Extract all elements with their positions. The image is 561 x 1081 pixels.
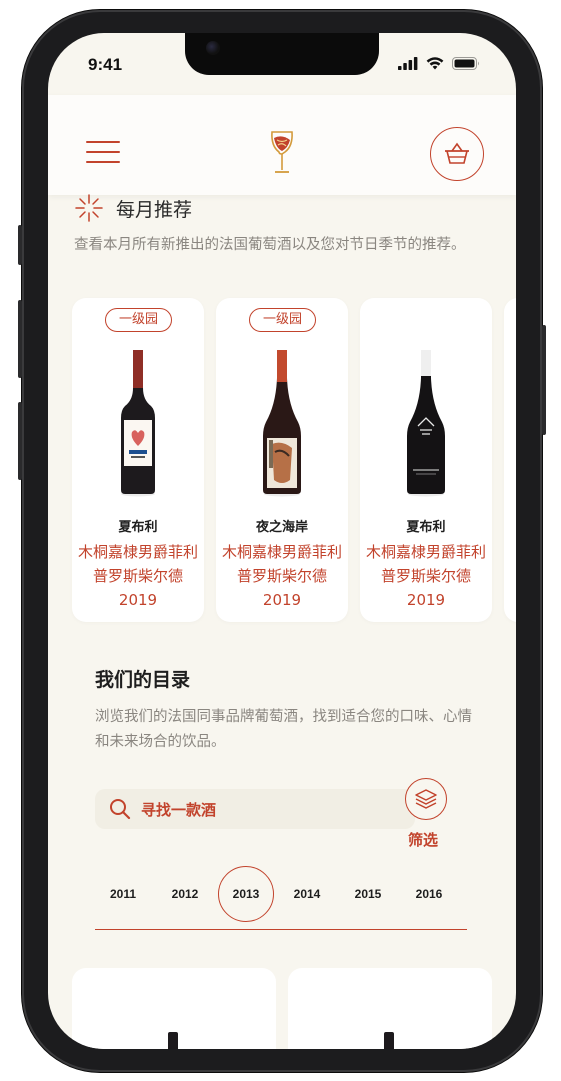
catalog-description: 浏览我们的法国同事品牌葡萄酒，找到适合您的口味、心情和未来场合的饮品。 [95, 709, 472, 750]
status-time: 9:41 [88, 55, 123, 74]
status-icons [398, 57, 480, 70]
volume-up-button [18, 300, 22, 378]
monthly-section-description: 查看本月所有新推出的法国葡萄酒以及您对节日季节的推荐。 [74, 237, 466, 253]
basket-icon [445, 142, 469, 164]
monthly-section-title: 每月推荐 [116, 198, 193, 221]
volume-down-button [18, 402, 22, 480]
wine-badge: 一级园 [105, 308, 172, 332]
wine-card[interactable]: 一级园 夜之海岸 木桐嘉棣男爵菲利普罗斯柴尔德 2019 [216, 298, 348, 622]
layers-icon [415, 789, 437, 809]
year-option[interactable]: 2014 [279, 866, 335, 922]
front-camera [206, 41, 220, 55]
wine-bottle-image [384, 1032, 394, 1049]
battery-icon [452, 57, 479, 70]
wine-card[interactable]: 夏布利 木桐嘉棣男爵菲利普罗斯柴尔德 2019 [360, 298, 492, 622]
year-option[interactable]: 2012 [157, 866, 213, 922]
catalog-title: 我们的目录 [95, 669, 191, 691]
year-selector: 2011 2012 2013 2014 2015 2016 [95, 866, 467, 930]
wine-name: 夏布利 [118, 520, 158, 535]
power-button [542, 325, 546, 435]
app-screen: 9:41 每月推荐 查看本月所有新推出的法国葡萄酒以及您对节日季节的推荐。 一级… [48, 33, 516, 1049]
wine-description: 木桐嘉棣男爵菲利普罗斯柴尔德 2019 [365, 543, 486, 609]
wine-card-partial[interactable] [504, 298, 516, 622]
year-option[interactable]: 2011 [95, 866, 151, 922]
search-icon [110, 799, 131, 820]
cart-button[interactable] [430, 127, 484, 181]
menu-button[interactable] [86, 139, 124, 167]
monthly-section-header: 每月推荐 [74, 193, 192, 223]
wine-carousel[interactable]: 一级园 夏布利 木桐嘉棣男爵菲利普罗斯柴尔德 2019 一级园 夜之海岸 木桐嘉… [72, 298, 516, 623]
wine-card[interactable]: 一级园 夏布利 木桐嘉棣男爵菲利普罗斯柴尔德 2019 [72, 298, 204, 622]
search-placeholder: 寻找一款酒 [141, 800, 217, 819]
catalog-wine-card[interactable] [72, 968, 276, 1049]
wine-description: 木桐嘉棣男爵菲利普罗斯柴尔德 2019 [77, 543, 198, 609]
hamburger-menu-icon [86, 151, 120, 153]
wine-name: 夜之海岸 [255, 520, 308, 535]
wine-bottle-image [216, 348, 348, 498]
year-divider [95, 929, 467, 930]
hamburger-menu-icon [86, 141, 120, 143]
year-option[interactable]: 2016 [401, 866, 457, 922]
wine-name: 夏布利 [406, 520, 446, 535]
mute-switch [18, 225, 22, 265]
cellular-signal-icon [398, 57, 418, 70]
year-option-selected[interactable]: 2013 [218, 866, 274, 922]
wine-description: 木桐嘉棣男爵菲利普罗斯柴尔德 2019 [221, 543, 342, 609]
wifi-icon [426, 57, 444, 70]
filter-button[interactable] [405, 778, 447, 820]
wine-bottle-image [168, 1032, 178, 1049]
wine-bottle-image [72, 348, 204, 498]
wine-glass-logo[interactable] [269, 130, 295, 176]
sparkle-icon [75, 194, 103, 222]
catalog-wine-card[interactable] [288, 968, 492, 1049]
wine-badge: 一级园 [249, 308, 316, 332]
year-option[interactable]: 2015 [340, 866, 396, 922]
app-header [48, 95, 516, 195]
filter-label[interactable]: 筛选 [408, 829, 438, 850]
search-input[interactable]: 寻找一款酒 [95, 789, 415, 829]
hamburger-menu-icon [86, 161, 120, 163]
wine-bottle-image [360, 348, 492, 498]
